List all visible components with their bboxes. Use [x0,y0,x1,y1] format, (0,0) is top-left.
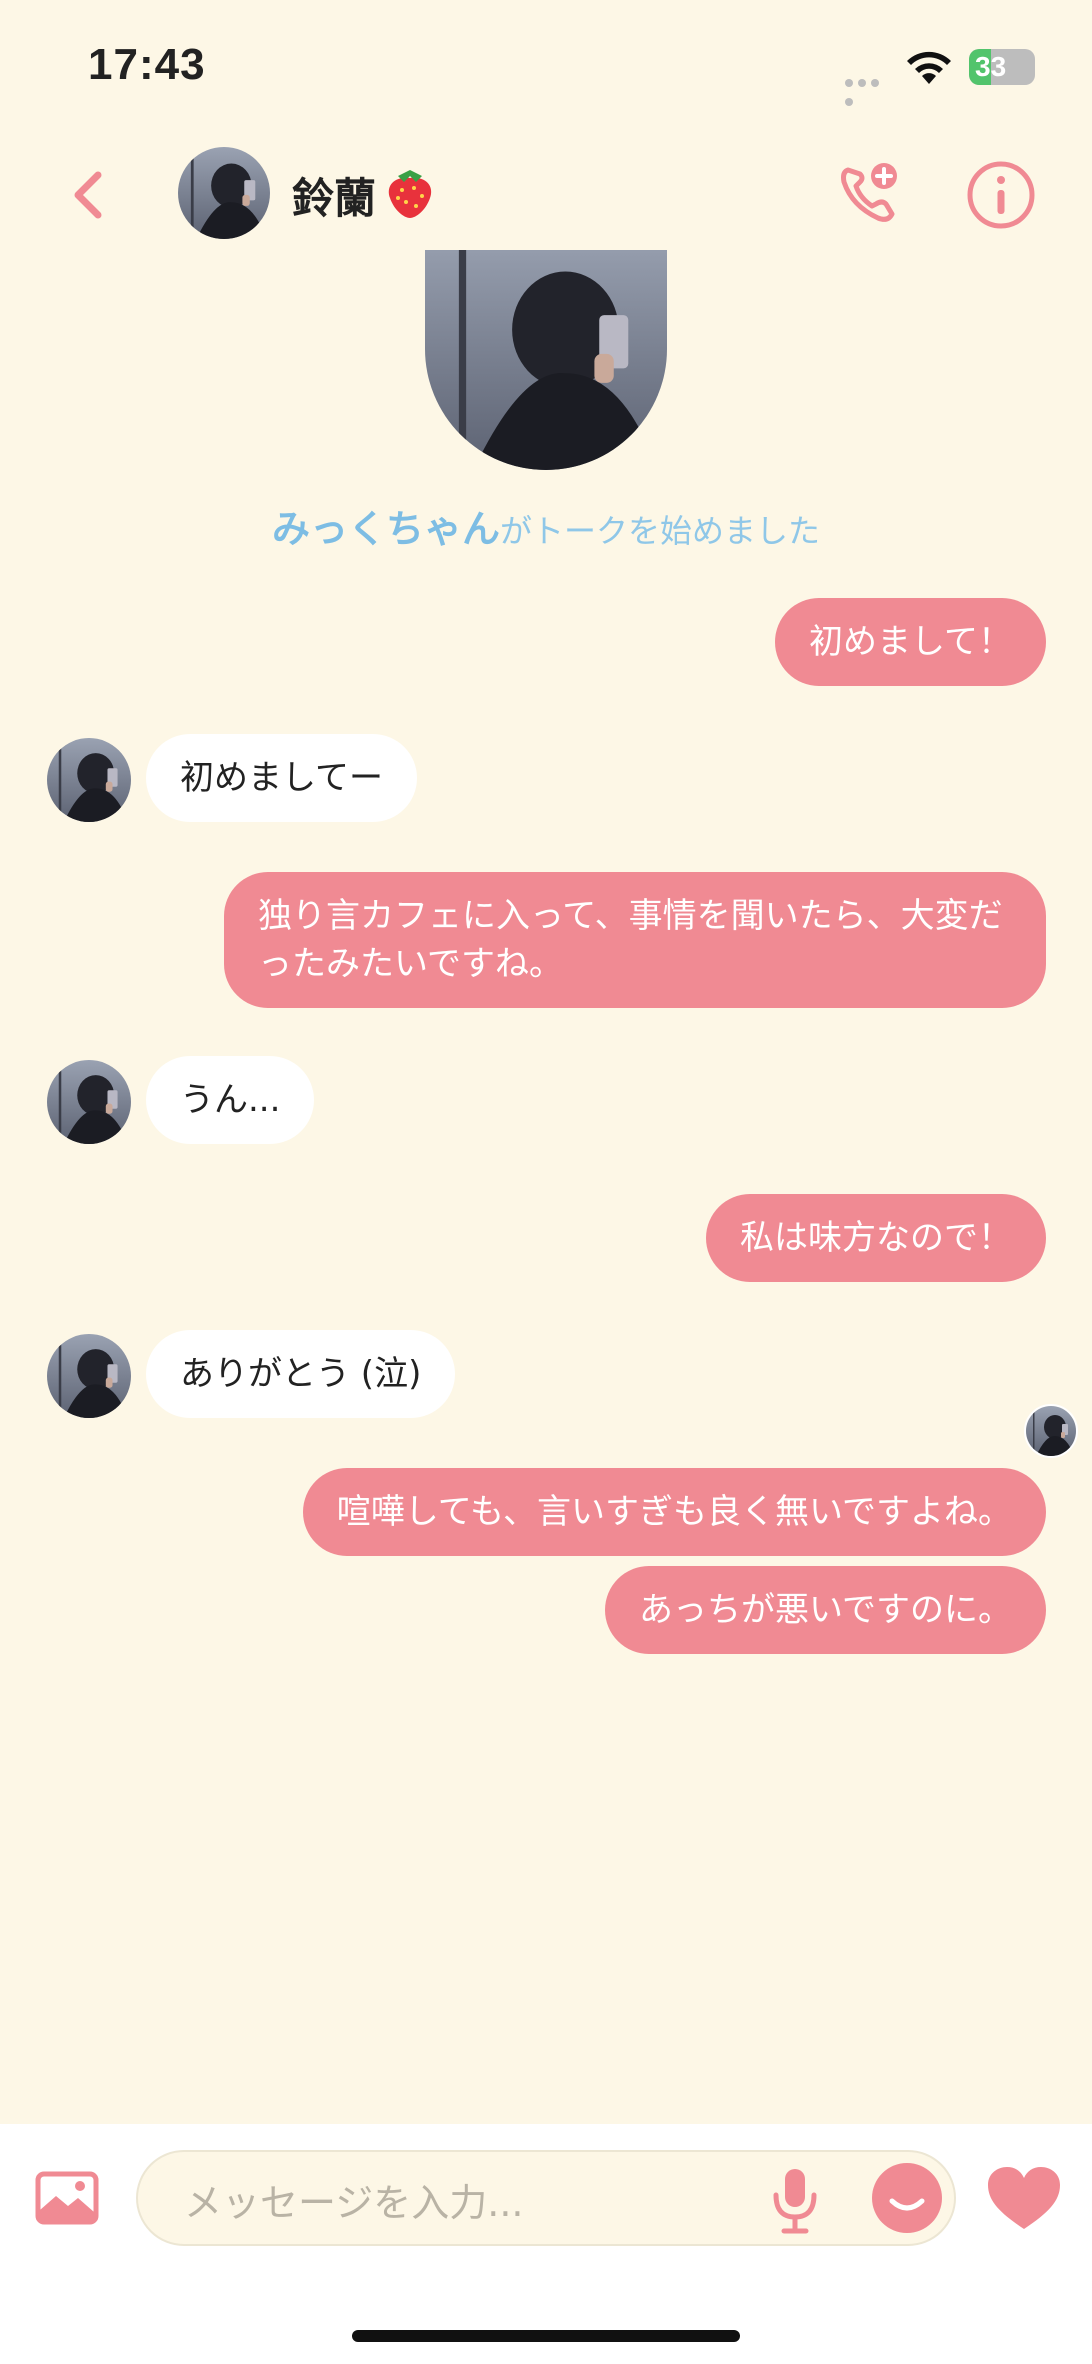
battery-icon: 33 [969,49,1035,85]
heart-icon[interactable] [986,2165,1062,2231]
phone-add-icon[interactable] [838,160,904,226]
avatar[interactable] [47,1334,131,1418]
microphone-icon[interactable] [770,2165,820,2235]
status-time: 17:43 [88,40,206,89]
wifi-icon [907,51,951,84]
talk-started-text: がトークを始めました [500,512,821,550]
image-icon[interactable] [34,2170,100,2226]
message-bubble-out[interactable]: 独り言カフェに入って、事情を聞いたら、大変だったみたいですね。 [224,872,1046,1008]
strawberry-icon [388,170,432,218]
starter-name[interactable]: みっくちゃん [272,507,500,551]
partner-profile-photo[interactable] [425,250,667,470]
chat-partner-name[interactable]: 鈴蘭 [292,165,376,226]
read-receipt-avatar [1024,1404,1078,1458]
battery-percent: 33 [975,51,1007,82]
chevron-left-icon[interactable] [68,170,108,220]
info-icon[interactable] [966,160,1036,230]
cellular-signal-icon [845,72,895,106]
home-indicator[interactable] [352,2330,740,2342]
smile-icon[interactable] [872,2163,942,2233]
message-input-placeholder[interactable]: メッセージを入力... [184,2172,523,2227]
message-bubble-out[interactable]: 私は味方なので！ [706,1194,1046,1282]
message-bubble-out[interactable]: 喧嘩しても、言いすぎも良く無いですよね。 [302,1468,1046,1556]
talk-started-notice: みっくちゃんがトークを始めました [0,498,1092,553]
message-bubble-in[interactable]: ありがとう (泣) [146,1330,456,1418]
message-bubble-out[interactable]: 初めまして！ [775,598,1046,686]
message-bubble-in[interactable]: 初めましてー [146,734,417,822]
avatar[interactable] [47,738,131,822]
avatar[interactable] [47,1060,131,1144]
message-bubble-in[interactable]: うん... [146,1056,315,1144]
message-bubble-out[interactable]: あっちが悪いですのに。 [605,1566,1046,1654]
header-avatar[interactable] [178,147,270,239]
